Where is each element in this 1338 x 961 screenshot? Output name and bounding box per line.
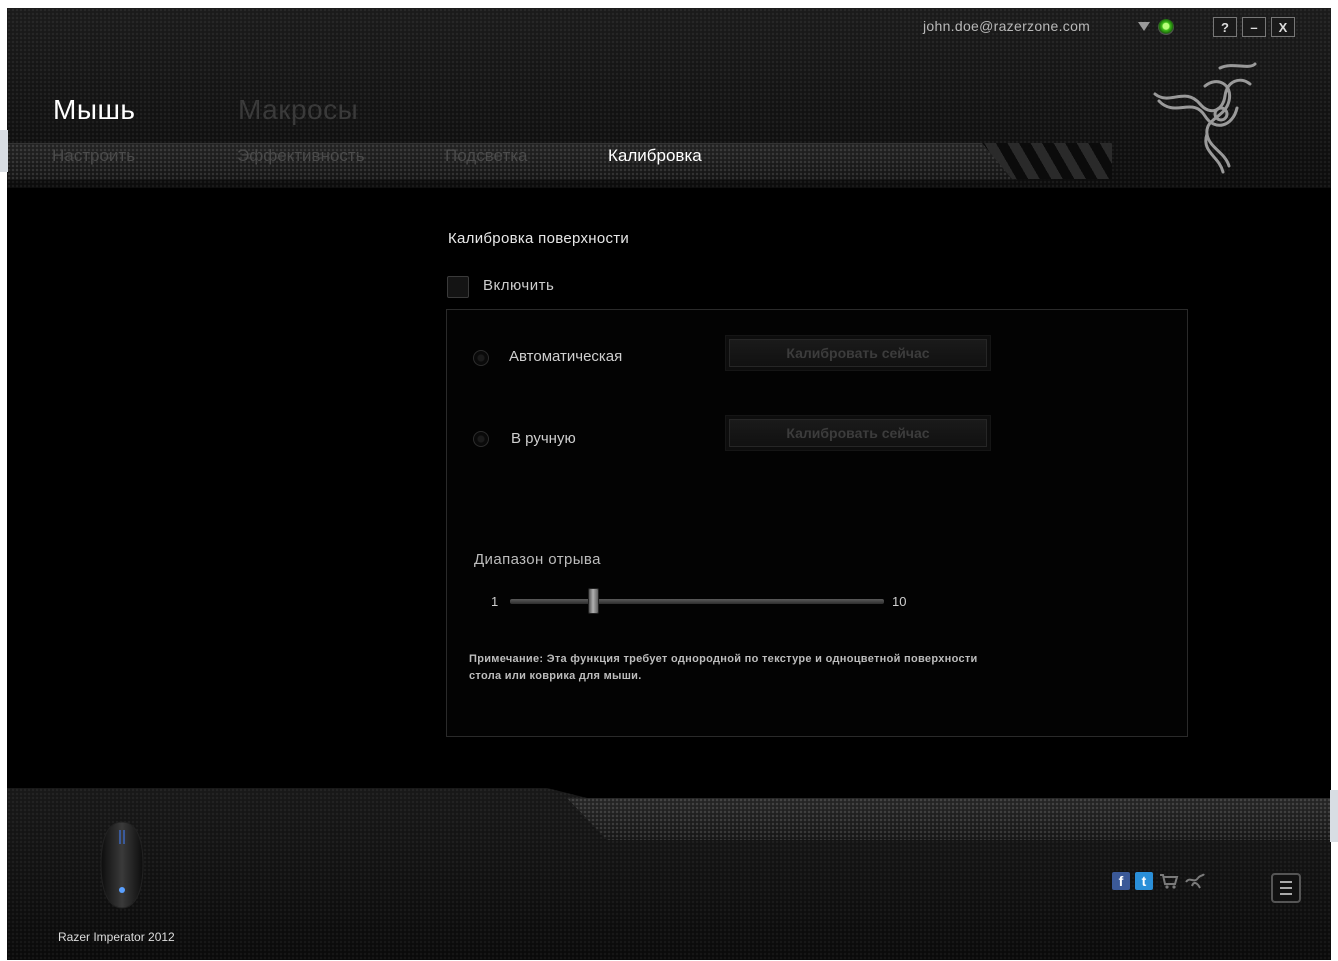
- device-name: Razer Imperator 2012: [58, 930, 175, 944]
- menu-button[interactable]: [1271, 873, 1301, 903]
- radio-manual[interactable]: [473, 431, 489, 447]
- mouse-device-icon[interactable]: [97, 820, 147, 910]
- razer-synapse-window: john.doe@razerzone.com ? – X Мышь Макрос…: [7, 8, 1331, 960]
- tab-lighting[interactable]: Подсветка: [445, 146, 528, 166]
- section-title: Калибровка поверхности: [448, 230, 630, 247]
- help-button[interactable]: ?: [1213, 17, 1237, 37]
- liftoff-slider-handle[interactable]: [587, 588, 599, 614]
- slider-min-label: 1: [491, 594, 499, 609]
- account-email[interactable]: john.doe@razerzone.com: [923, 18, 1090, 34]
- enable-checkbox[interactable]: [447, 276, 469, 298]
- liftoff-slider-track[interactable]: [510, 599, 884, 604]
- right-edge-tab: [1330, 790, 1338, 842]
- radio-manual-label[interactable]: В ручную: [511, 430, 576, 447]
- enable-label[interactable]: Включить: [483, 277, 554, 294]
- liftoff-range-label: Диапазон отрыва: [474, 551, 601, 568]
- tab-customize[interactable]: Настроить: [52, 146, 135, 166]
- razer-logo-icon: [1153, 62, 1257, 174]
- calibrate-now-button-automatic[interactable]: Калибровать сейчас: [725, 335, 991, 371]
- account-dropdown-icon[interactable]: [1138, 22, 1150, 31]
- close-button[interactable]: X: [1271, 17, 1295, 37]
- footer-band: [567, 798, 1331, 840]
- twitter-icon[interactable]: t: [1135, 872, 1153, 890]
- calibrate-now-label: Калибровать сейчас: [729, 339, 987, 367]
- slider-max-label: 10: [892, 594, 907, 609]
- radio-automatic-label[interactable]: Автоматическая: [509, 348, 622, 365]
- razer-synapse-icon[interactable]: [1184, 872, 1206, 890]
- store-icon[interactable]: [1159, 872, 1179, 890]
- facebook-icon[interactable]: f: [1112, 872, 1130, 890]
- tab-macros[interactable]: Макросы: [238, 94, 358, 126]
- online-status-icon: [1158, 19, 1174, 35]
- tab-calibration[interactable]: Калибровка: [608, 146, 702, 166]
- radio-automatic[interactable]: [473, 350, 489, 366]
- tab-performance[interactable]: Эффективность: [237, 146, 365, 166]
- minimize-button[interactable]: –: [1242, 17, 1266, 37]
- calibration-note: Примечание: Эта функция требует однородн…: [469, 653, 978, 682]
- tab-mouse[interactable]: Мышь: [53, 94, 136, 126]
- menu-icon: [1280, 881, 1292, 883]
- left-edge-tab: [0, 130, 8, 172]
- calibrate-now-label: Калибровать сейчас: [729, 419, 987, 447]
- calibrate-now-button-manual[interactable]: Калибровать сейчас: [725, 415, 991, 451]
